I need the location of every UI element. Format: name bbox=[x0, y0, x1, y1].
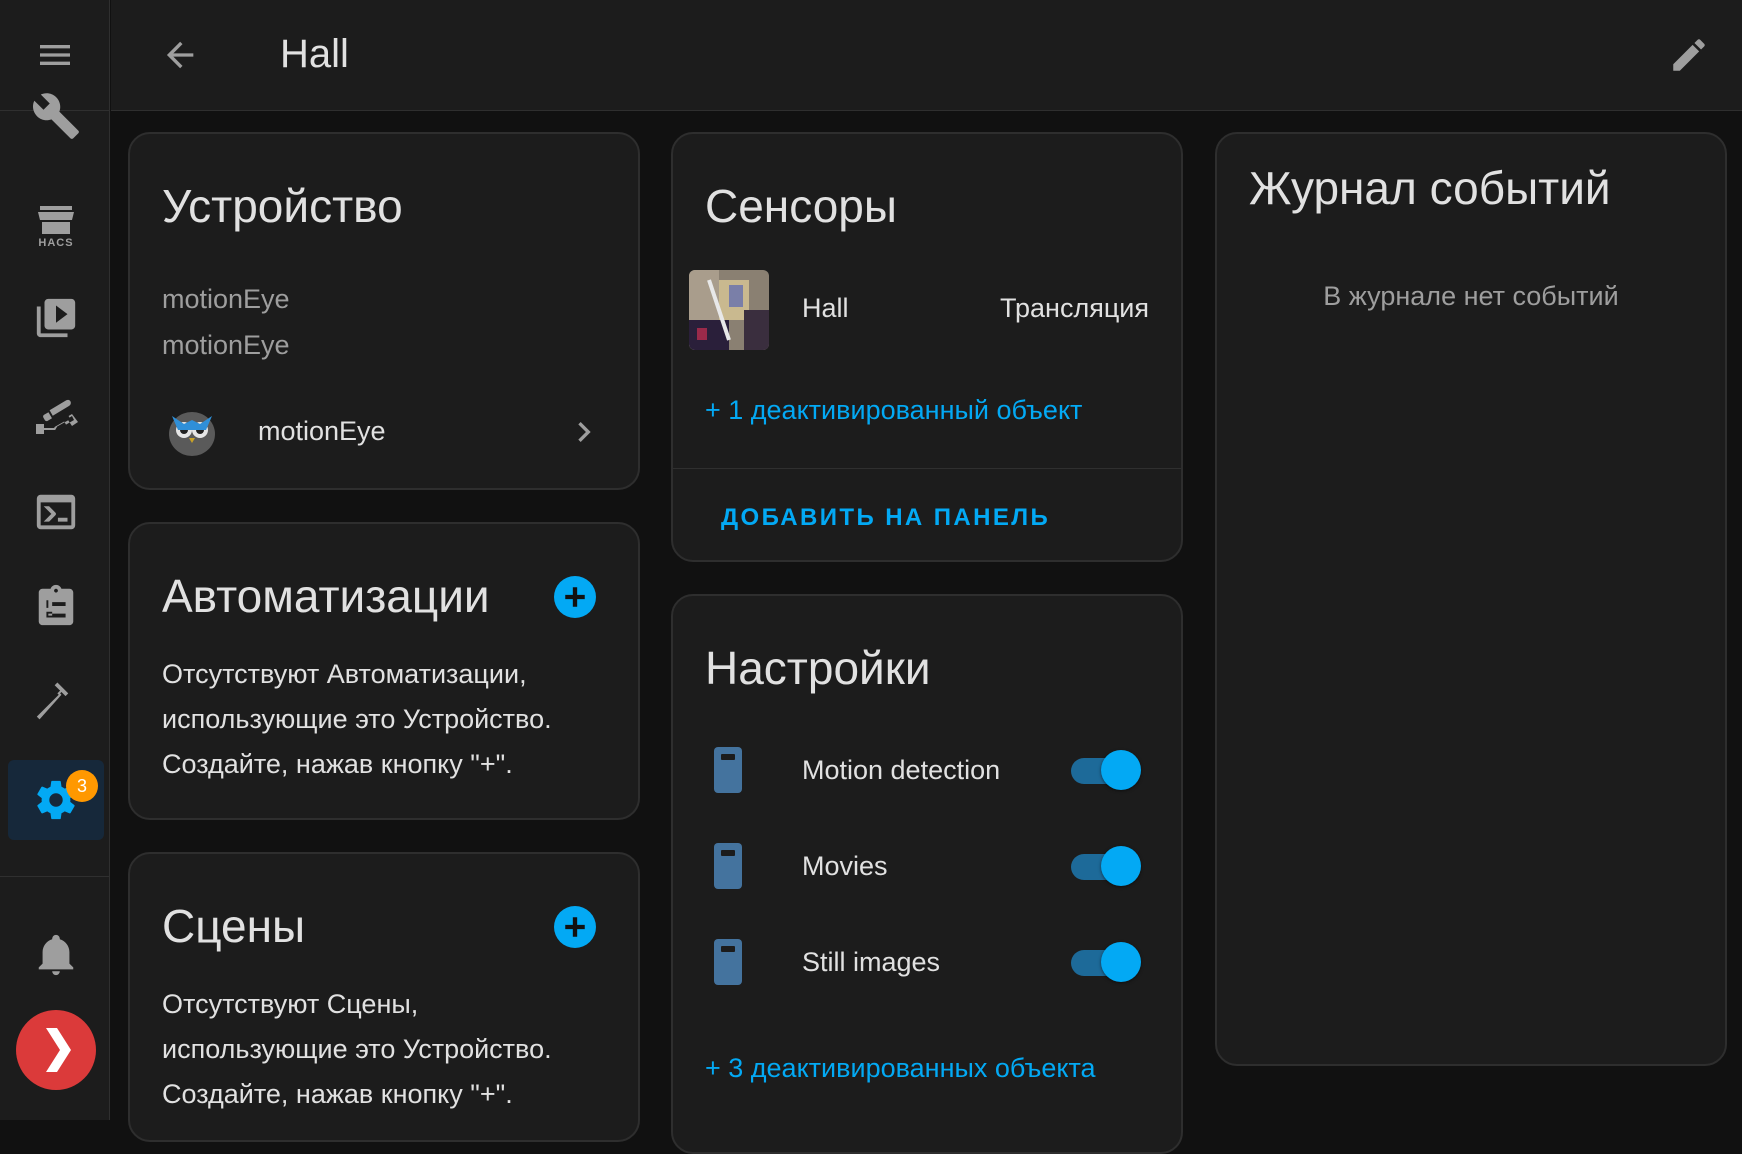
edit-button[interactable] bbox=[1664, 30, 1714, 80]
device-manufacturer: motionEye bbox=[162, 330, 290, 360]
motion-detection-toggle[interactable] bbox=[1067, 748, 1141, 792]
setting-row-movies[interactable]: Movies bbox=[673, 826, 1181, 906]
sidebar-item-cameras[interactable] bbox=[8, 374, 104, 454]
pencil-icon bbox=[1668, 34, 1710, 76]
movies-toggle[interactable] bbox=[1067, 844, 1141, 888]
device-card-title: Устройство bbox=[162, 180, 403, 232]
sidebar-item-logbook[interactable] bbox=[8, 566, 104, 646]
cctv-icon bbox=[32, 390, 80, 438]
plus-icon bbox=[562, 914, 588, 940]
switch-device-icon bbox=[713, 842, 743, 890]
sidebar-divider bbox=[0, 876, 110, 877]
switch-device-icon bbox=[713, 938, 743, 986]
sidebar: HACS 3 bbox=[0, 0, 110, 1120]
automations-empty-line-1: Отсутствуют Автоматизации, bbox=[162, 659, 527, 689]
add-to-dashboard-button[interactable]: ДОБАВИТЬ НА ПАНЕЛЬ bbox=[721, 498, 1050, 538]
sidebar-item-hacs[interactable]: HACS bbox=[8, 186, 104, 266]
integration-row[interactable]: motionEye bbox=[130, 396, 638, 468]
settings-card: Настройки Motion detection Movies Still … bbox=[671, 594, 1183, 1154]
sidebar-item-notifications[interactable] bbox=[8, 914, 104, 994]
sidebar-item-developer-tools[interactable] bbox=[8, 662, 104, 742]
scenes-card: Сцены Отсутствуют Сцены, использующие эт… bbox=[128, 852, 640, 1142]
media-icon bbox=[33, 295, 79, 341]
hacs-label: HACS bbox=[38, 236, 74, 249]
menu-icon[interactable] bbox=[35, 35, 75, 75]
camera-entity-name: Hall bbox=[802, 293, 849, 323]
switch-device-icon bbox=[713, 746, 743, 794]
scenes-empty-line-1: Отсутствуют Сцены, bbox=[162, 989, 419, 1019]
sidebar-item-media[interactable] bbox=[8, 278, 104, 358]
automations-card-title: Автоматизации bbox=[162, 570, 490, 622]
device-info-card: Устройство motionEye motionEye motionEye bbox=[128, 132, 640, 490]
still-images-toggle[interactable] bbox=[1067, 940, 1141, 984]
setting-label: Still images bbox=[802, 947, 941, 977]
sidebar-item-plex[interactable] bbox=[8, 1010, 104, 1090]
scenes-empty-line-3: Создайте, нажав кнопку "+". bbox=[162, 1079, 513, 1109]
chevron-right-icon bbox=[564, 412, 604, 452]
sensors-card: Сенсоры Hall Трансляция + 1 деактивирова… bbox=[671, 132, 1183, 562]
add-scene-button[interactable] bbox=[554, 906, 596, 948]
plus-icon bbox=[562, 584, 588, 610]
sidebar-item-terminal[interactable] bbox=[8, 472, 104, 552]
hammer-icon bbox=[33, 679, 79, 725]
setting-label: Movies bbox=[802, 851, 888, 881]
setting-row-motion-detection[interactable]: Motion detection bbox=[673, 730, 1181, 810]
notification-badge: 3 bbox=[66, 770, 98, 802]
sidebar-item-tools[interactable] bbox=[8, 86, 104, 146]
sensors-card-title: Сенсоры bbox=[705, 180, 897, 232]
logbook-card: Журнал событий В журнале нет событий bbox=[1215, 132, 1727, 1066]
card-divider bbox=[673, 468, 1181, 469]
setting-label: Motion detection bbox=[802, 755, 1001, 785]
device-model: motionEye bbox=[162, 284, 290, 314]
sensors-disabled-entities-link[interactable]: + 1 деактивированный объект bbox=[705, 390, 1082, 430]
settings-card-title: Настройки bbox=[705, 642, 931, 694]
page-title: Hall bbox=[280, 32, 349, 76]
automations-empty-line-3: Создайте, нажав кнопку "+". bbox=[162, 749, 513, 779]
automations-card: Автоматизации Отсутствуют Автоматизации,… bbox=[128, 522, 640, 820]
top-bar: Hall bbox=[111, 0, 1742, 111]
camera-thumbnail bbox=[689, 270, 769, 350]
clipboard-list-icon bbox=[33, 583, 79, 629]
integration-name: motionEye bbox=[258, 416, 386, 446]
plex-icon bbox=[16, 1010, 96, 1090]
automations-empty-line-2: использующие это Устройство. bbox=[162, 704, 552, 734]
wrench-icon bbox=[31, 91, 81, 141]
setting-row-still-images[interactable]: Still images bbox=[673, 922, 1181, 1002]
camera-entity-state: Трансляция bbox=[1000, 293, 1149, 323]
scenes-empty-line-2: использующие это Устройство. bbox=[162, 1034, 552, 1064]
camera-entity-row[interactable]: Hall Трансляция bbox=[673, 268, 1181, 352]
bell-icon bbox=[33, 931, 79, 977]
settings-disabled-entities-link[interactable]: + 3 деактивированных объекта bbox=[705, 1048, 1096, 1088]
terminal-icon bbox=[33, 489, 79, 535]
logbook-card-title: Журнал событий bbox=[1249, 162, 1611, 214]
logbook-empty-text: В журнале нет событий bbox=[1323, 281, 1619, 311]
owl-logo-icon bbox=[168, 406, 216, 456]
sidebar-item-settings[interactable]: 3 bbox=[8, 760, 104, 840]
scenes-card-title: Сцены bbox=[162, 900, 306, 952]
back-button[interactable] bbox=[155, 30, 205, 80]
arrow-left-icon bbox=[160, 35, 200, 75]
hacs-icon: HACS bbox=[36, 204, 76, 249]
add-automation-button[interactable] bbox=[554, 576, 596, 618]
